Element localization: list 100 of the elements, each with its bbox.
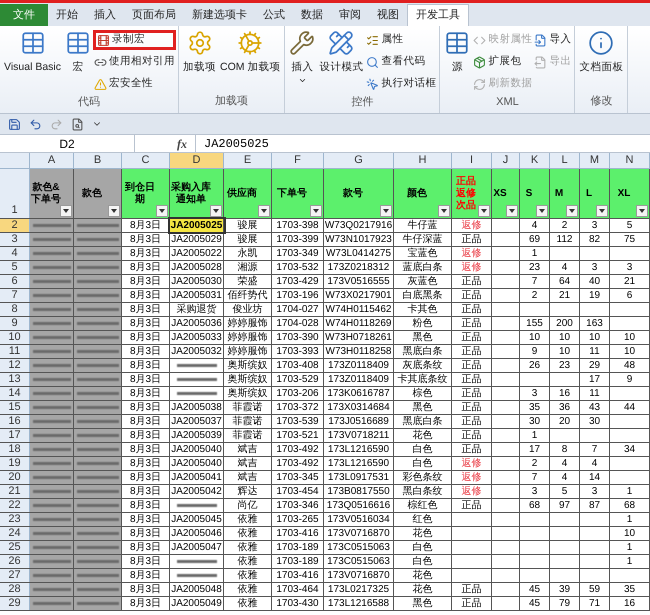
column-header[interactable]: K xyxy=(520,153,550,168)
table-cell: 白色 xyxy=(412,444,432,456)
row-header[interactable]: 4 xyxy=(0,247,30,260)
table-cell: 婷婷服饰 xyxy=(228,318,268,330)
row-header[interactable]: 6 xyxy=(0,275,30,288)
blurred-text xyxy=(32,224,70,227)
ribbon-button[interactable]: 文档面板 xyxy=(577,30,626,76)
print-preview-icon[interactable] xyxy=(71,118,84,130)
table-cell: 82 xyxy=(588,234,600,246)
ribbon-button[interactable]: 源 xyxy=(442,30,472,76)
ribbon-button[interactable]: 录制宏 xyxy=(93,30,176,50)
column-header[interactable]: F xyxy=(272,153,324,168)
table-cell: 蓝底白条 xyxy=(402,262,442,274)
row-header[interactable]: 13 xyxy=(0,373,30,386)
row-header[interactable]: 15 xyxy=(0,401,30,414)
undo-icon[interactable] xyxy=(29,118,42,130)
ribbon-tab[interactable]: 视图 xyxy=(369,4,407,26)
ribbon-button[interactable]: 属性 xyxy=(365,30,438,50)
row-header[interactable]: 23 xyxy=(0,513,30,526)
filter-button[interactable] xyxy=(108,205,120,217)
ribbon-button[interactable]: 执行对话框 xyxy=(365,74,438,94)
ribbon-tab[interactable]: 开始 xyxy=(48,4,86,26)
table-cell: 卡其色 xyxy=(408,304,438,316)
row-header[interactable]: 22 xyxy=(0,499,30,512)
row-header[interactable]: 19 xyxy=(0,457,30,470)
filter-button[interactable] xyxy=(60,205,72,217)
ribbon-button[interactable]: 插入 xyxy=(287,30,318,85)
column-header[interactable]: E xyxy=(224,153,272,168)
column-header[interactable]: A xyxy=(30,153,74,168)
filter-button[interactable] xyxy=(438,205,450,217)
ribbon-button[interactable]: 宏安全性 xyxy=(93,74,176,94)
column-header[interactable]: M xyxy=(580,153,610,168)
row-header[interactable]: 25 xyxy=(0,541,30,554)
row-header[interactable]: 17 xyxy=(0,429,30,442)
ribbon-tab[interactable]: 文件 xyxy=(0,4,48,26)
table-cell: 粉色 xyxy=(412,318,432,330)
column-header[interactable]: B xyxy=(74,153,122,168)
name-box[interactable]: D2 xyxy=(0,135,135,152)
save-icon[interactable] xyxy=(8,118,21,130)
row-header[interactable]: 16 xyxy=(0,415,30,428)
table-cell: 7 xyxy=(592,444,598,456)
ribbon-tab[interactable]: 数据 xyxy=(293,4,331,26)
row-header[interactable]: 28 xyxy=(0,583,30,596)
column-header[interactable]: D xyxy=(170,153,224,168)
row-header[interactable]: 11 xyxy=(0,345,30,358)
row-header[interactable]: 24 xyxy=(0,527,30,540)
column-header[interactable]: N xyxy=(610,153,650,168)
filter-button[interactable] xyxy=(536,205,548,217)
row-header[interactable]: 14 xyxy=(0,387,30,400)
ribbon-button[interactable]: 宏 xyxy=(63,30,94,76)
row-header[interactable]: 1 xyxy=(0,169,30,218)
ribbon-tab[interactable]: 页面布局 xyxy=(124,4,184,26)
ribbon-button[interactable]: 设计模式 xyxy=(317,30,366,76)
formula-field[interactable]: JA2005025 xyxy=(195,135,650,152)
column-header[interactable]: H xyxy=(394,153,452,168)
row-header[interactable]: 27 xyxy=(0,569,30,582)
row-header[interactable]: 29 xyxy=(0,597,30,610)
ribbon-button[interactable]: 使用相对引用 xyxy=(93,52,176,72)
filter-button[interactable] xyxy=(478,205,490,217)
row-header[interactable]: 8 xyxy=(0,303,30,316)
filter-button[interactable] xyxy=(636,205,648,217)
row-header[interactable]: 26 xyxy=(0,555,30,568)
blurred-text xyxy=(32,462,70,465)
row-header[interactable]: 12 xyxy=(0,359,30,372)
column-header[interactable]: J xyxy=(492,153,520,168)
table-cell: 8月3日 xyxy=(130,542,162,554)
row-header[interactable]: 21 xyxy=(0,485,30,498)
column-header[interactable]: L xyxy=(550,153,580,168)
ribbon-tab[interactable]: 新建选项卡 xyxy=(184,4,255,26)
filter-button[interactable] xyxy=(596,205,608,217)
filter-button[interactable] xyxy=(310,205,322,217)
row-header[interactable]: 18 xyxy=(0,443,30,456)
filter-button[interactable] xyxy=(210,205,222,217)
search-icon xyxy=(366,56,380,68)
row-header[interactable]: 20 xyxy=(0,471,30,484)
ribbon-button[interactable]: 查看代码 xyxy=(365,52,438,72)
function-label[interactable]: fx xyxy=(135,134,195,152)
filter-button[interactable] xyxy=(506,205,518,217)
table-cell: 1 xyxy=(626,556,632,568)
filter-button[interactable] xyxy=(566,205,578,217)
ribbon-tab[interactable]: 开发工具 xyxy=(407,4,469,26)
row-header[interactable]: 10 xyxy=(0,331,30,344)
filter-button[interactable] xyxy=(380,205,392,217)
column-header[interactable]: I xyxy=(452,153,492,168)
ribbon-button[interactable]: 导入 xyxy=(533,30,572,50)
row-header[interactable]: 2 xyxy=(0,219,30,232)
row-header[interactable]: 7 xyxy=(0,289,30,302)
column-header[interactable]: G xyxy=(324,153,394,168)
ribbon-button[interactable]: 加载项 xyxy=(181,30,218,76)
ribbon-tab[interactable]: 审阅 xyxy=(331,4,369,26)
filter-button[interactable] xyxy=(258,205,270,217)
row-header[interactable]: 5 xyxy=(0,261,30,274)
filter-button[interactable] xyxy=(156,205,168,217)
row-header[interactable]: 9 xyxy=(0,317,30,330)
row-header[interactable]: 3 xyxy=(0,233,30,246)
ribbon-button[interactable]: COM 加载项 xyxy=(218,30,282,76)
ribbon-button[interactable]: Visual Basic xyxy=(2,30,64,76)
ribbon-button[interactable]: 扩展包 xyxy=(472,52,534,72)
ribbon-tab[interactable]: 公式 xyxy=(255,4,293,26)
ribbon-tab[interactable]: 插入 xyxy=(86,4,124,26)
